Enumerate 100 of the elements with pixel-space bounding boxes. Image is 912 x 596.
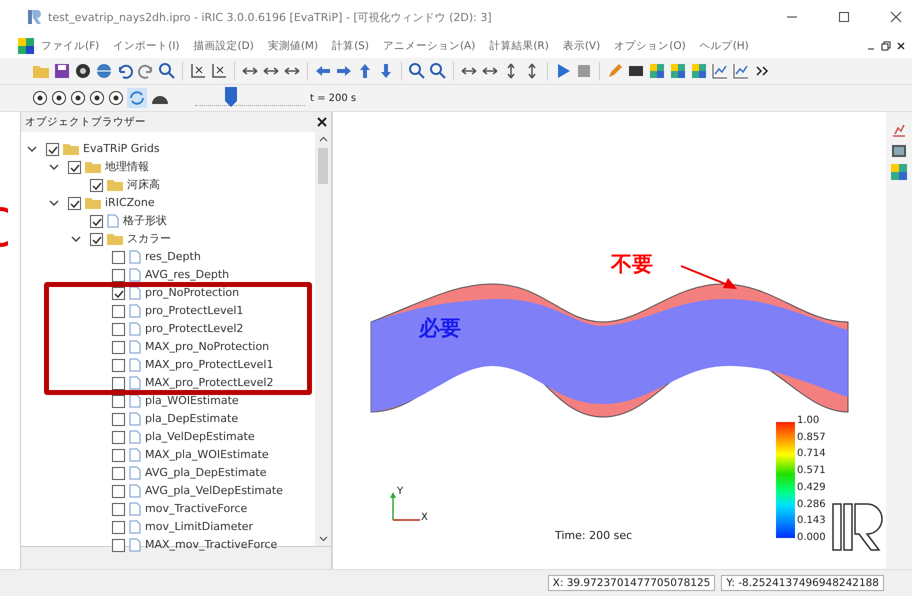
map-icon[interactable] bbox=[690, 62, 708, 80]
tree-item[interactable]: MAX_pro_ProtectLevel2 bbox=[145, 377, 274, 389]
checkbox[interactable] bbox=[112, 304, 125, 318]
checkbox[interactable] bbox=[112, 394, 125, 408]
tree-item[interactable]: pla_WOIEstimate bbox=[145, 395, 239, 407]
tree-item[interactable]: MAX_pro_ProtectLevel1 bbox=[145, 359, 274, 371]
checkbox[interactable] bbox=[112, 520, 125, 534]
menu-item[interactable]: 実測値(M) bbox=[260, 39, 326, 53]
checkbox[interactable] bbox=[112, 412, 125, 426]
tree-item[interactable]: pla_VelDepEstimate bbox=[145, 431, 255, 443]
menu-item[interactable]: ヘルプ(H) bbox=[692, 39, 756, 53]
checkbox[interactable] bbox=[112, 358, 125, 372]
undo-icon[interactable] bbox=[116, 62, 134, 80]
playback-icon[interactable] bbox=[32, 90, 48, 106]
checkbox[interactable] bbox=[112, 376, 125, 390]
axis-icon[interactable] bbox=[210, 62, 228, 80]
scroll-thumb[interactable] bbox=[318, 148, 328, 184]
zoom-icon[interactable] bbox=[408, 62, 426, 80]
color-map-icon[interactable] bbox=[891, 164, 907, 180]
checkbox[interactable] bbox=[112, 250, 125, 264]
document-icon bbox=[129, 466, 141, 480]
time-slider[interactable] bbox=[195, 87, 305, 109]
tree-item[interactable]: 地理情報 bbox=[105, 161, 149, 173]
scrollbar[interactable] bbox=[315, 132, 331, 546]
menu-item[interactable]: アニメーション(A) bbox=[376, 39, 482, 53]
tree-item[interactable]: MAX_pro_NoProtection bbox=[145, 341, 270, 353]
tree-item[interactable]: iRICZone bbox=[105, 197, 155, 209]
checkbox[interactable] bbox=[112, 286, 125, 300]
restore-icon[interactable] bbox=[881, 41, 891, 51]
checkbox[interactable] bbox=[46, 142, 59, 156]
folder-icon bbox=[85, 161, 101, 173]
tree-item[interactable]: MAX_mov_TractiveForce bbox=[145, 539, 278, 551]
menu-item[interactable]: 描画設定(D) bbox=[186, 39, 261, 53]
menu-item[interactable]: オプション(O) bbox=[607, 39, 693, 53]
tree-item[interactable]: pro_ProtectLevel1 bbox=[145, 305, 244, 317]
tree-item[interactable]: pro_ProtectLevel2 bbox=[145, 323, 244, 335]
tree-item[interactable]: EvaTRiP Grids bbox=[83, 143, 160, 155]
document-icon bbox=[129, 358, 141, 372]
playback-icon[interactable] bbox=[89, 90, 105, 106]
checkbox[interactable] bbox=[112, 322, 125, 336]
checkbox[interactable] bbox=[90, 178, 103, 192]
stop-icon[interactable] bbox=[575, 62, 593, 80]
map-icon[interactable] bbox=[669, 62, 687, 80]
tree-item[interactable]: AVG_res_Depth bbox=[145, 269, 230, 281]
document-icon bbox=[129, 502, 141, 516]
save-icon[interactable] bbox=[53, 62, 71, 80]
legend-value: 0.714 bbox=[797, 448, 826, 460]
scroll-up-icon[interactable] bbox=[318, 136, 328, 142]
chart-icon[interactable] bbox=[711, 62, 729, 80]
checkbox[interactable] bbox=[68, 160, 81, 174]
image-icon[interactable] bbox=[891, 143, 907, 159]
tree-item[interactable]: res_Depth bbox=[145, 251, 201, 263]
panel-title: オブジェクトブラウザー bbox=[25, 115, 146, 129]
checkbox[interactable] bbox=[112, 340, 125, 354]
zoom-icon[interactable] bbox=[158, 62, 176, 80]
tree-item[interactable]: mov_LimitDiameter bbox=[145, 521, 254, 533]
checkbox[interactable] bbox=[90, 214, 103, 228]
tree-item[interactable]: 格子形状 bbox=[123, 215, 167, 227]
y-coordinate: Y: -8.2524137496948242188 bbox=[721, 575, 884, 591]
playback-icon[interactable] bbox=[70, 90, 86, 106]
menu-item[interactable]: 計算(S) bbox=[325, 39, 376, 53]
tree-item[interactable]: AVG_pla_VelDepEstimate bbox=[145, 485, 283, 497]
tree-item[interactable]: AVG_pla_DepEstimate bbox=[145, 467, 266, 479]
checkbox[interactable] bbox=[112, 448, 125, 462]
playback-icon[interactable] bbox=[108, 90, 124, 106]
checkbox[interactable] bbox=[112, 484, 125, 498]
tree-item[interactable]: スカラー bbox=[127, 233, 171, 245]
playback-icon[interactable] bbox=[51, 90, 67, 106]
x-coordinate: X: 39.9723701477705078125 bbox=[548, 575, 716, 591]
scroll-down-icon[interactable] bbox=[318, 536, 328, 542]
checkbox[interactable] bbox=[112, 466, 125, 480]
close-icon[interactable] bbox=[890, 11, 902, 23]
chart-icon[interactable] bbox=[891, 122, 907, 138]
checkbox[interactable] bbox=[112, 502, 125, 516]
slider-thumb[interactable] bbox=[225, 87, 238, 107]
tree-item[interactable]: MAX_pla_WOIEstimate bbox=[145, 449, 269, 461]
menu-item[interactable]: 表示(V) bbox=[556, 39, 608, 53]
zoom-icon[interactable] bbox=[429, 62, 447, 80]
globe-icon[interactable] bbox=[95, 62, 113, 80]
checkbox[interactable] bbox=[112, 268, 125, 282]
map-icon[interactable] bbox=[648, 62, 666, 80]
tree-item[interactable]: 河床高 bbox=[127, 179, 160, 191]
close-icon[interactable] bbox=[896, 41, 906, 51]
redo-icon[interactable] bbox=[137, 62, 155, 80]
checkbox[interactable] bbox=[112, 538, 125, 552]
tree-item[interactable]: pla_DepEstimate bbox=[145, 413, 238, 425]
maximize-icon[interactable] bbox=[838, 11, 850, 23]
tree-item[interactable]: pro_NoProtection bbox=[145, 287, 240, 299]
checkbox[interactable] bbox=[90, 232, 103, 246]
checkbox[interactable] bbox=[68, 196, 81, 210]
chart-icon[interactable] bbox=[732, 62, 750, 80]
menu-item[interactable]: 計算結果(R) bbox=[482, 39, 556, 53]
time-reading: t = 200 s bbox=[310, 92, 356, 104]
document-icon bbox=[129, 250, 141, 264]
axis-icon[interactable] bbox=[189, 62, 207, 80]
checkbox[interactable] bbox=[112, 430, 125, 444]
menu-item[interactable]: インポート(I) bbox=[106, 39, 187, 53]
menu-item[interactable]: ファイル(F) bbox=[34, 39, 106, 53]
close-icon[interactable] bbox=[317, 117, 327, 127]
tree-item[interactable]: mov_TractiveForce bbox=[145, 503, 248, 515]
